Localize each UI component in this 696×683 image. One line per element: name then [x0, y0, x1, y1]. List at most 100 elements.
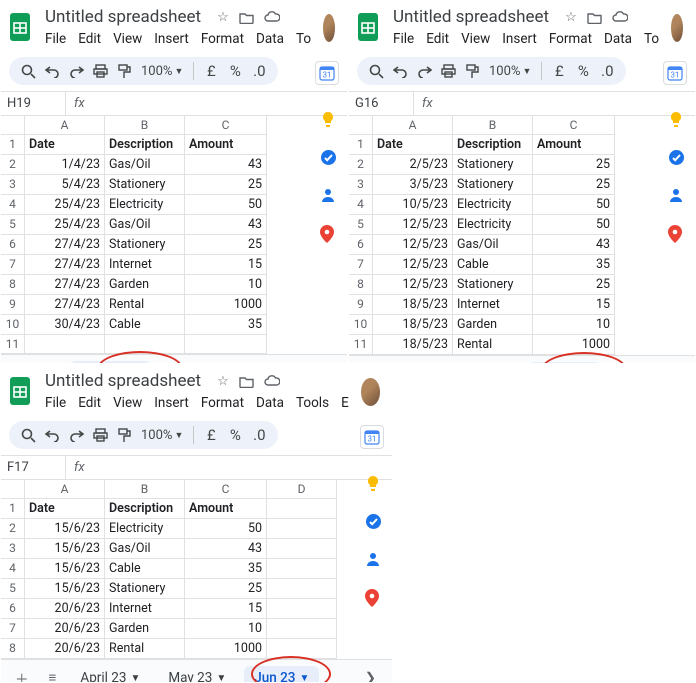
- cell[interactable]: 3/5/23: [373, 175, 453, 195]
- currency-icon[interactable]: £: [202, 426, 220, 444]
- cell[interactable]: Electricity: [453, 195, 533, 215]
- row-header[interactable]: 5: [1, 215, 25, 235]
- menu-file[interactable]: File: [393, 31, 414, 47]
- cloud-status-icon[interactable]: [264, 11, 280, 23]
- tasks-icon[interactable]: [365, 513, 383, 531]
- print-icon[interactable]: [91, 62, 109, 80]
- paint-format-icon[interactable]: [463, 62, 481, 80]
- row-header[interactable]: 6: [1, 235, 25, 255]
- cell[interactable]: 20/6/23: [25, 639, 105, 659]
- currency-icon[interactable]: £: [550, 62, 568, 80]
- all-sheets-button[interactable]: ≡: [43, 668, 63, 683]
- cell[interactable]: 50: [533, 215, 615, 235]
- cell[interactable]: Description: [105, 135, 185, 155]
- cell[interactable]: Date: [25, 135, 105, 155]
- row-header[interactable]: 10: [1, 315, 25, 335]
- cell[interactable]: 27/4/23: [25, 255, 105, 275]
- cell[interactable]: 18/5/23: [373, 335, 453, 355]
- cell[interactable]: Gas/Oil: [105, 539, 185, 559]
- tasks-icon[interactable]: [668, 149, 686, 167]
- menu-insert[interactable]: Insert: [502, 31, 537, 47]
- row-header[interactable]: 6: [349, 235, 373, 255]
- menu-file[interactable]: File: [45, 31, 66, 47]
- cell[interactable]: 1000: [185, 639, 267, 659]
- cell[interactable]: 1000: [533, 335, 615, 355]
- cell[interactable]: [267, 559, 337, 579]
- cell[interactable]: Rental: [105, 639, 185, 659]
- menu-more[interactable]: To: [644, 31, 659, 47]
- maps-icon[interactable]: [365, 589, 383, 607]
- cell[interactable]: Description: [453, 135, 533, 155]
- print-icon[interactable]: [91, 426, 109, 444]
- cell[interactable]: [105, 335, 185, 354]
- cell[interactable]: Gas/Oil: [105, 215, 185, 235]
- undo-icon[interactable]: [43, 426, 61, 444]
- currency-icon[interactable]: £: [202, 62, 220, 80]
- row-header[interactable]: 3: [1, 175, 25, 195]
- row-header[interactable]: 11: [349, 335, 373, 355]
- cell[interactable]: 1000: [185, 295, 267, 315]
- cell[interactable]: [267, 619, 337, 639]
- sheets-logo-icon[interactable]: [355, 10, 381, 46]
- cell[interactable]: 12/5/23: [373, 235, 453, 255]
- name-box[interactable]: F17: [1, 456, 66, 479]
- cell[interactable]: Date: [373, 135, 453, 155]
- row-header[interactable]: 2: [1, 519, 25, 539]
- redo-icon[interactable]: [415, 62, 433, 80]
- cloud-status-icon[interactable]: [264, 375, 280, 387]
- row-header[interactable]: 4: [1, 559, 25, 579]
- cell[interactable]: 50: [533, 195, 615, 215]
- menu-edit[interactable]: Edit: [78, 395, 101, 411]
- cell[interactable]: 30/4/23: [25, 315, 105, 335]
- row-header[interactable]: 1: [1, 499, 25, 519]
- cell[interactable]: 2/5/23: [373, 155, 453, 175]
- row-header[interactable]: 9: [349, 295, 373, 315]
- cell[interactable]: 15/6/23: [25, 539, 105, 559]
- menu-format[interactable]: Format: [549, 31, 592, 47]
- zoom-level[interactable]: 100% ▼: [139, 64, 185, 79]
- add-sheet-button[interactable]: ＋: [9, 666, 35, 683]
- keep-icon[interactable]: [668, 111, 686, 129]
- column-header[interactable]: C: [185, 116, 267, 135]
- row-header[interactable]: 1: [349, 135, 373, 155]
- sheets-logo-icon[interactable]: [7, 10, 33, 46]
- column-header[interactable]: B: [453, 116, 533, 135]
- doc-title[interactable]: Untitled spreadsheet: [41, 5, 205, 29]
- menu-edit[interactable]: Edit: [78, 31, 101, 47]
- cell[interactable]: 10: [185, 275, 267, 295]
- cell[interactable]: [267, 579, 337, 599]
- menu-insert[interactable]: Insert: [154, 31, 189, 47]
- cell[interactable]: 43: [185, 539, 267, 559]
- cell[interactable]: 27/4/23: [25, 235, 105, 255]
- cell[interactable]: 27/4/23: [25, 295, 105, 315]
- decimal-icon[interactable]: .0: [250, 426, 268, 444]
- search-icon[interactable]: [367, 62, 385, 80]
- cell[interactable]: 50: [185, 519, 267, 539]
- menu-more[interactable]: E: [341, 395, 349, 411]
- cell[interactable]: [267, 519, 337, 539]
- cell[interactable]: 50: [185, 195, 267, 215]
- cell[interactable]: 12/5/23: [373, 215, 453, 235]
- sheet-tab-jun[interactable]: Jun 23▼: [244, 666, 319, 683]
- cell[interactable]: 20/6/23: [25, 619, 105, 639]
- cell[interactable]: Cable: [453, 255, 533, 275]
- cell[interactable]: 20/6/23: [25, 599, 105, 619]
- cell[interactable]: 35: [533, 255, 615, 275]
- cell[interactable]: [25, 335, 105, 354]
- maps-icon[interactable]: [320, 225, 338, 243]
- row-header[interactable]: 7: [1, 619, 25, 639]
- search-icon[interactable]: [19, 426, 37, 444]
- column-header[interactable]: C: [185, 480, 267, 499]
- account-avatar[interactable]: [323, 14, 335, 42]
- tasks-icon[interactable]: [320, 149, 338, 167]
- tab-scroll-right-icon[interactable]: ❯: [357, 666, 384, 683]
- cell[interactable]: [267, 639, 337, 659]
- column-header[interactable]: A: [373, 116, 453, 135]
- row-header[interactable]: 5: [1, 579, 25, 599]
- cell[interactable]: [267, 499, 337, 519]
- cell[interactable]: Garden: [453, 315, 533, 335]
- row-header[interactable]: 2: [349, 155, 373, 175]
- row-header[interactable]: 11: [1, 335, 25, 354]
- cell[interactable]: 25/4/23: [25, 195, 105, 215]
- cell[interactable]: 12/5/23: [373, 275, 453, 295]
